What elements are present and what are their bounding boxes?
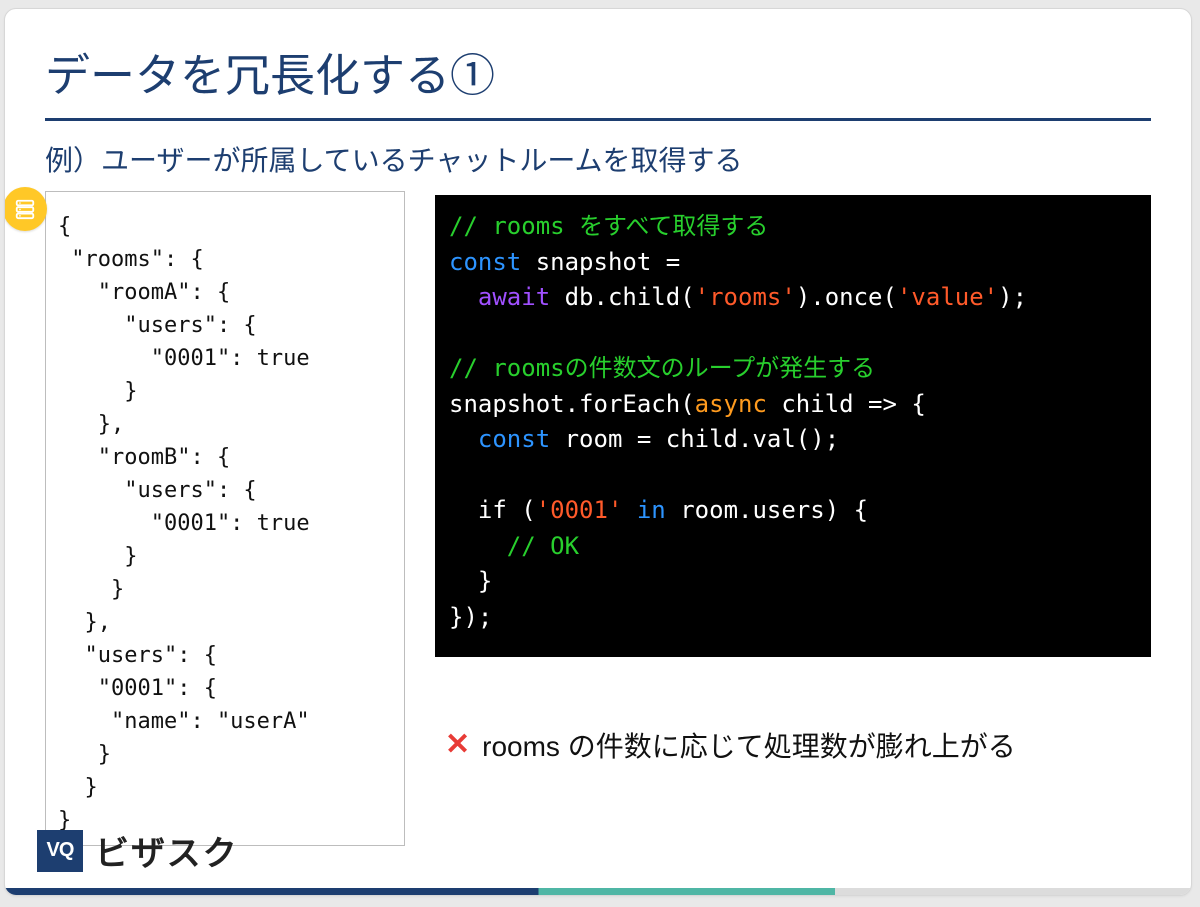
code-keyword: in <box>622 496 665 524</box>
code-await: await <box>449 283 550 311</box>
code-comment: // rooms をすべて取得する <box>449 212 768 240</box>
code-text: ).once( <box>796 283 897 311</box>
cross-icon: ✕ <box>445 730 470 760</box>
code-string: '0001' <box>536 496 623 524</box>
progress-bar <box>5 888 1191 896</box>
code-keyword: const <box>449 248 521 276</box>
warning-text: rooms の件数に応じて処理数が膨れ上がる <box>482 725 1016 765</box>
code-text: } <box>449 567 492 595</box>
slide-subtitle: 例）ユーザーが所属しているチャットルームを取得する <box>5 121 1191 189</box>
code-keyword: async <box>695 390 767 418</box>
brand: VQ ビザスク <box>37 826 239 875</box>
database-icon <box>4 187 47 231</box>
code-string: 'value' <box>897 283 998 311</box>
json-data-box: { "rooms": { "roomA": { "users": { "0001… <box>45 191 405 846</box>
code-keyword: const <box>449 425 550 453</box>
code-text: room.users) { <box>666 496 868 524</box>
slide-title: データを冗長化する① <box>5 9 1191 112</box>
code-comment: // OK <box>449 532 579 560</box>
code-string: 'rooms' <box>695 283 796 311</box>
code-comment: // roomsの件数文のループが発生する <box>449 354 875 382</box>
code-box: // rooms をすべて取得する const snapshot = await… <box>435 195 1151 657</box>
warning-row: ✕ rooms の件数に応じて処理数が膨れ上がる <box>445 725 1145 765</box>
code-text: if ( <box>449 496 536 524</box>
code-text: snapshot.forEach( <box>449 390 695 418</box>
code-text: child => { <box>767 390 926 418</box>
code-text: db.child( <box>550 283 695 311</box>
code-text: ); <box>998 283 1027 311</box>
brand-name: ビザスク <box>95 826 239 875</box>
code-text: snapshot = <box>521 248 680 276</box>
code-text: }); <box>449 603 492 631</box>
slide: データを冗長化する① 例）ユーザーが所属しているチャットルームを取得する { "… <box>4 8 1192 896</box>
code-text: room = child.val(); <box>550 425 839 453</box>
brand-badge: VQ <box>37 830 83 872</box>
